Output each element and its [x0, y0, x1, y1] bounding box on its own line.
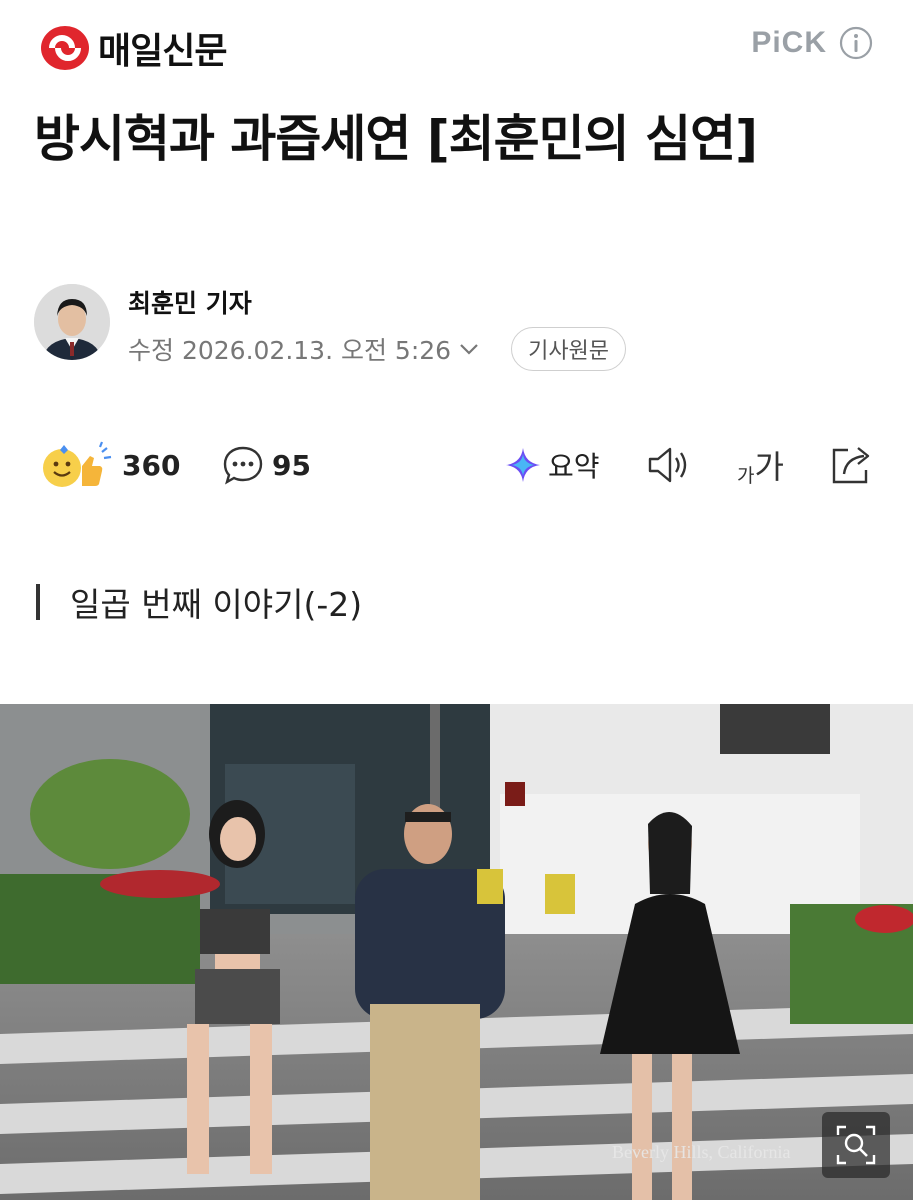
comment-count: 95: [272, 448, 311, 482]
logo-mark-icon: [41, 26, 89, 70]
logo[interactable]: 매일신문: [40, 22, 227, 74]
zoom-button[interactable]: [822, 1112, 890, 1178]
font-size-large-label: 가: [754, 448, 784, 486]
chevron-down-icon[interactable]: [457, 340, 481, 358]
reaction-button[interactable]: 360: [40, 440, 180, 490]
action-bar: 360 95 요약 가 가: [0, 440, 913, 496]
article-date: 수정 2026.02.13. 오전 5:26: [128, 336, 452, 365]
font-size-button[interactable]: 가 가: [737, 444, 784, 488]
comment-icon: [223, 446, 263, 485]
street-scene-image: [0, 704, 913, 1200]
pick-badge[interactable]: PiCK: [751, 26, 873, 60]
article-title: 방시혁과 과즙세연 [최훈민의 심연]: [34, 110, 758, 168]
sparkle-icon: [506, 448, 540, 482]
info-icon[interactable]: [839, 26, 873, 60]
article-photo[interactable]: Beverly Hills, California: [0, 704, 913, 1200]
subheading-text: 일곱 번째 이야기(-2): [70, 585, 363, 624]
photo-watermark: Beverly Hills, California: [612, 1142, 791, 1162]
summary-button[interactable]: 요약: [504, 440, 600, 490]
share-icon[interactable]: [828, 442, 874, 488]
logo-text: 매일신문: [98, 31, 227, 72]
header: 매일신문 PiCK: [0, 0, 913, 90]
pick-label: PiCK: [751, 26, 827, 59]
article-subheading: 일곱 번째 이야기(-2): [36, 578, 362, 626]
reporter-avatar[interactable]: [34, 284, 110, 360]
original-article-button[interactable]: 기사원문: [511, 327, 627, 371]
article-meta: 수정 2026.02.13. 오전 5:26 기사원문: [128, 327, 627, 371]
summary-label: 요약: [548, 450, 600, 483]
reaction-icon: [43, 441, 112, 487]
reporter-name[interactable]: 최훈민 기자: [128, 284, 252, 320]
reaction-count: 360: [122, 448, 181, 482]
speaker-icon[interactable]: [646, 444, 694, 486]
font-size-small-label: 가: [737, 465, 755, 487]
zoom-icon: [836, 1125, 876, 1165]
comment-button[interactable]: 95: [222, 440, 311, 490]
subheading-bar: [36, 584, 40, 620]
